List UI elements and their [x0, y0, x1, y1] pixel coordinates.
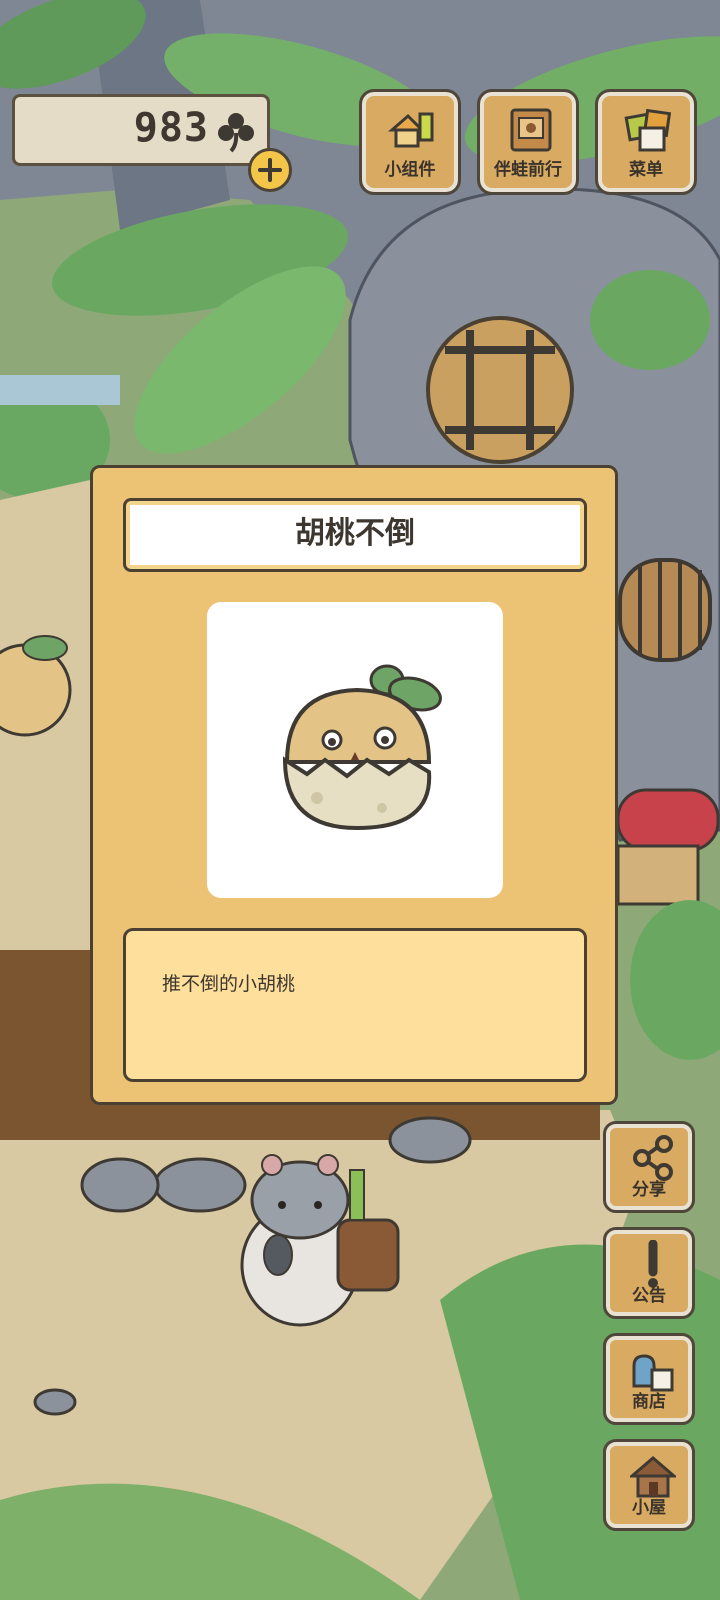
share-label: 分享: [632, 1180, 666, 1200]
widget-button[interactable]: 小组件: [359, 89, 461, 195]
shop-label: 商店: [632, 1392, 666, 1412]
menu-button[interactable]: 菜单: [595, 89, 697, 195]
travel-notebook-button[interactable]: 伴蛙前行: [477, 89, 579, 195]
clover-count: 983: [133, 105, 209, 151]
clover-icon: [218, 113, 254, 153]
menu-cards-icon: [624, 108, 672, 152]
item-description-box: 推不倒的小胡桃: [123, 928, 587, 1082]
notebook-icon: [510, 108, 552, 152]
travel-notebook-label: 伴蛙前行: [494, 160, 562, 180]
share-button[interactable]: 分享: [603, 1121, 695, 1213]
house-button[interactable]: 小屋: [603, 1439, 695, 1531]
announcement-button[interactable]: 公告: [603, 1227, 695, 1319]
widget-label: 小组件: [384, 160, 436, 180]
item-detail-panel[interactable]: 胡桃不倒 推不倒的小胡桃: [90, 465, 618, 1105]
clover-counter: 983: [12, 94, 270, 166]
plus-icon: [258, 158, 282, 182]
walnut-doll-icon: [282, 664, 442, 831]
item-title: 胡桃不倒: [123, 498, 587, 572]
add-clover-button[interactable]: [248, 148, 292, 192]
item-image-frame: [207, 602, 503, 898]
announcement-label: 公告: [632, 1286, 666, 1306]
widget-icon: [388, 112, 434, 148]
menu-label: 菜单: [629, 160, 663, 180]
item-description: 推不倒的小胡桃: [162, 973, 296, 995]
house-label: 小屋: [632, 1498, 666, 1518]
shop-button[interactable]: 商店: [603, 1333, 695, 1425]
